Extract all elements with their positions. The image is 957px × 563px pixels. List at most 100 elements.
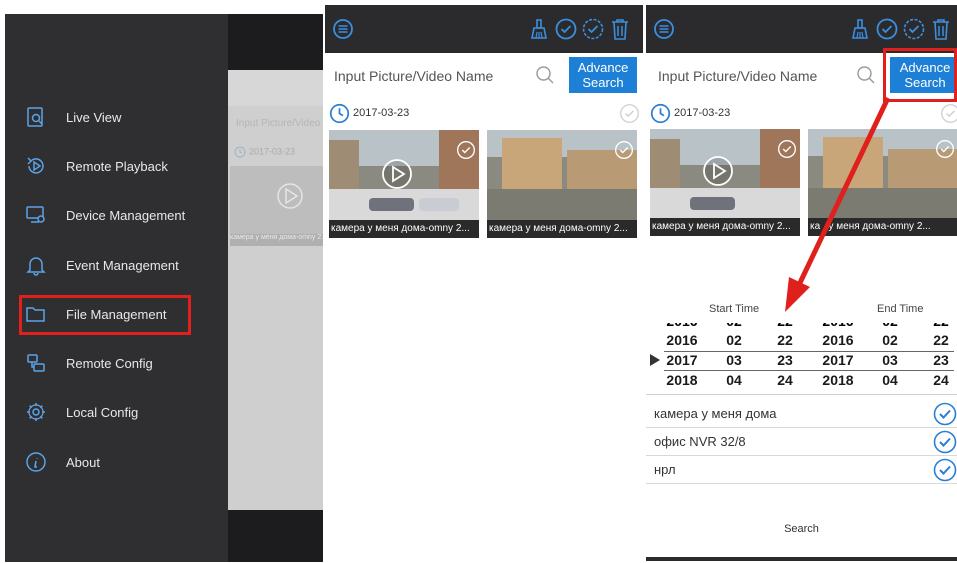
end-day-next[interactable]: 24 xyxy=(923,372,957,388)
background-topbar xyxy=(228,70,323,106)
device-row[interactable]: нрл xyxy=(646,456,957,484)
menu-item-about[interactable]: About xyxy=(25,448,215,476)
picker-cut-value: 02 xyxy=(716,323,752,329)
video-thumbnail[interactable] xyxy=(487,130,637,220)
thumbnail-scene xyxy=(329,140,359,190)
broom-icon[interactable] xyxy=(527,17,551,41)
clock-icon xyxy=(234,146,246,158)
file-management-screen: Advance Search 2017-03-23 камера у меня … xyxy=(325,5,643,561)
thumbnail-scene xyxy=(487,188,637,220)
menu-label: Event Management xyxy=(66,257,179,273)
menu-item-event-management[interactable]: Event Management xyxy=(25,251,215,279)
picker-cut-value: 2016 xyxy=(664,323,700,329)
background-thumbnail xyxy=(230,166,323,234)
advance-search-label: Advance Search xyxy=(577,60,629,90)
start-year-next[interactable]: 2018 xyxy=(664,372,700,388)
menu-icon[interactable] xyxy=(331,17,355,41)
picker-cut-value: 22 xyxy=(923,323,957,329)
remote-playback-icon xyxy=(25,155,47,177)
device-check-icon[interactable] xyxy=(933,430,957,454)
picker-cut-value: 2016 xyxy=(820,323,856,329)
device-label: нрл xyxy=(654,462,676,477)
remote-config-icon xyxy=(25,352,47,374)
end-day-prev[interactable]: 22 xyxy=(923,332,957,348)
red-arrow-annotation xyxy=(785,96,891,312)
picker-cut-value: 22 xyxy=(767,323,803,329)
group-select-check-icon[interactable] xyxy=(619,103,640,124)
end-year-selected[interactable]: 2017 xyxy=(820,352,856,368)
video-thumbnail[interactable] xyxy=(329,130,479,220)
date-group-header: 2017-03-23 xyxy=(325,103,643,125)
end-day-selected[interactable]: 23 xyxy=(923,352,957,368)
menu-label: Remote Config xyxy=(66,355,153,371)
select-check-icon[interactable] xyxy=(456,140,476,160)
menu-label: Remote Playback xyxy=(66,158,168,174)
device-check-icon[interactable] xyxy=(933,402,957,426)
device-management-icon xyxy=(25,204,47,226)
device-row[interactable]: офис NVR 32/8 xyxy=(646,428,957,456)
select-check-icon[interactable] xyxy=(614,140,634,160)
menu-label: Live View xyxy=(66,109,122,125)
search-bar: Advance Search xyxy=(325,53,643,97)
end-year-prev[interactable]: 2016 xyxy=(820,332,856,348)
menu-item-device-management[interactable]: Device Management xyxy=(25,201,215,229)
picker-cut-value: 02 xyxy=(872,323,908,329)
file-management-highlight-box xyxy=(19,295,191,335)
thumbnail-scene xyxy=(419,198,459,211)
background-date-text: 2017-03-23 xyxy=(249,146,296,157)
trash-icon[interactable] xyxy=(608,17,632,41)
thumbnail-caption: камера у меня дома-omny 2... xyxy=(329,220,479,238)
play-icon[interactable] xyxy=(381,158,413,190)
search-button[interactable]: Search xyxy=(646,523,957,535)
background-file-screen[interactable]: Input Picture/Video Name 2017-03-23 каме… xyxy=(228,70,323,510)
menu-item-remote-config[interactable]: Remote Config xyxy=(25,349,215,377)
start-year-prev[interactable]: 2016 xyxy=(664,332,700,348)
gear-icon xyxy=(25,401,47,423)
device-label: офис NVR 32/8 xyxy=(654,434,746,449)
search-icon[interactable] xyxy=(535,65,555,85)
start-day-next[interactable]: 24 xyxy=(767,372,803,388)
advance-search-screen: Advance Search 2017-03-23 камера у меня … xyxy=(646,5,957,561)
play-icon xyxy=(277,183,303,209)
date-label: 2017-03-23 xyxy=(353,107,410,119)
thumbnail-caption: камера у меня дома-omny 2... xyxy=(487,220,637,238)
start-month-next[interactable]: 04 xyxy=(716,372,752,388)
end-month-selected[interactable]: 03 xyxy=(872,352,908,368)
bell-icon xyxy=(25,254,47,276)
start-day-prev[interactable]: 22 xyxy=(767,332,803,348)
picker-selection-line-bottom xyxy=(664,370,954,371)
end-month-prev[interactable]: 02 xyxy=(872,332,908,348)
picker-cut-row: 2016 02 22 2016 02 22 xyxy=(646,323,957,329)
bottom-edge xyxy=(646,557,957,561)
live-view-icon xyxy=(25,106,47,128)
thumbnail-scene xyxy=(369,198,414,211)
start-month-selected[interactable]: 03 xyxy=(716,352,752,368)
picker-pointer-icon xyxy=(650,354,660,366)
menu-label: Local Config xyxy=(66,404,139,420)
menu-label: About xyxy=(66,454,100,470)
end-month-next[interactable]: 04 xyxy=(872,372,908,388)
device-row[interactable]: камера у меня дома xyxy=(646,400,957,428)
menu-item-remote-playback[interactable]: Remote Playback xyxy=(25,152,215,180)
menu-label: Device Management xyxy=(66,207,186,223)
start-time-label: Start Time xyxy=(709,303,760,315)
divider xyxy=(646,394,957,395)
device-check-icon[interactable] xyxy=(933,458,957,482)
end-time-label: End Time xyxy=(877,303,924,315)
check-icon[interactable] xyxy=(554,17,578,41)
search-input[interactable] xyxy=(332,58,536,94)
check-all-icon[interactable] xyxy=(581,17,605,41)
info-icon xyxy=(25,451,47,473)
device-label: камера у меня дома xyxy=(654,406,777,421)
advance-search-button[interactable]: Advance Search xyxy=(569,57,637,93)
menu-item-local-config[interactable]: Local Config xyxy=(25,398,215,426)
start-year-selected[interactable]: 2017 xyxy=(664,352,700,368)
clock-icon xyxy=(329,103,350,124)
background-caption: камера у меня дома-omny 2... xyxy=(230,234,323,246)
start-month-prev[interactable]: 02 xyxy=(716,332,752,348)
menu-item-live-view[interactable]: Live View xyxy=(25,103,215,131)
picker-selection-line-top xyxy=(664,351,954,352)
start-day-selected[interactable]: 23 xyxy=(767,352,803,368)
navigation-drawer-screen: Input Picture/Video Name 2017-03-23 каме… xyxy=(5,14,323,562)
end-year-next[interactable]: 2018 xyxy=(820,372,856,388)
